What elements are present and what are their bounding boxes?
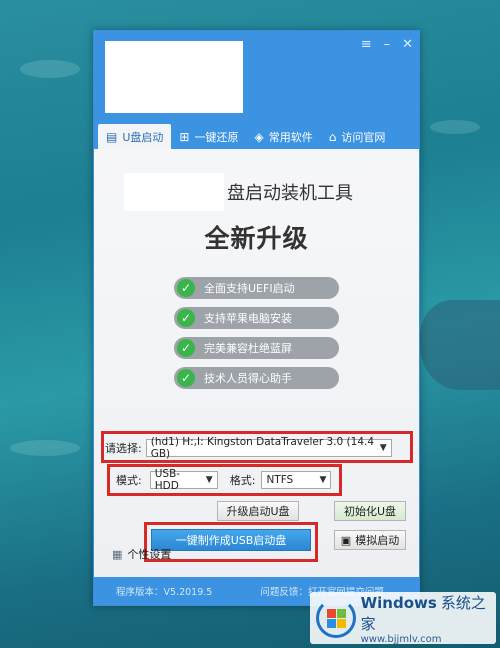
heading-row: 盘启动装机工具 [124, 173, 353, 211]
simulate-label: 模拟启动 [355, 534, 400, 547]
highlight-frame [101, 431, 413, 463]
feature-list: ✓ 全面支持UEFI启动 ✓ 支持苹果电脑安装 ✓ 完美兼容杜绝蓝屏 ✓ 技术人… [174, 277, 339, 397]
tab-label: 一键还原 [194, 130, 239, 144]
brand-name-en: Windows [360, 593, 437, 612]
check-icon: ✓ [177, 279, 195, 297]
check-icon: ✓ [177, 309, 195, 327]
version-text: 程序版本：V5.2019.5 [116, 587, 213, 598]
upgrade-usb-button[interactable]: 升级启动U盘 [217, 501, 299, 521]
swimmer-silhouette [420, 300, 500, 390]
title-bar: ≡ – ✕ ▤ U盘启动 ⊞ 一键还原 ◈ 常用软件 ⌂ 访问官网 [94, 31, 419, 149]
feature-item: ✓ 支持苹果电脑安装 [174, 307, 339, 329]
page-title: 盘启动装机工具 [227, 183, 353, 204]
tab-label: U盘启动 [122, 130, 164, 144]
page-subtitle: 全新升级 [204, 224, 309, 253]
close-icon[interactable]: ✕ [402, 37, 413, 52]
settings-label: 个性设置 [127, 548, 172, 561]
home-icon: ⌂ [328, 129, 337, 144]
windows-icon: ⊞ [179, 129, 190, 144]
feature-item: ✓ 完美兼容杜绝蓝屏 [174, 337, 339, 359]
water-ripple [430, 120, 480, 134]
app-window: ≡ – ✕ ▤ U盘启动 ⊞ 一键还原 ◈ 常用软件 ⌂ 访问官网 盘启动装机工… [93, 30, 420, 606]
check-icon: ✓ [177, 339, 195, 357]
settings-icon: ▦ [112, 547, 123, 561]
tab-label: 常用软件 [268, 130, 313, 144]
watermark-brand: Windows 系统之家 www.bjjmlv.com [310, 592, 496, 645]
tab-usb-boot[interactable]: ▤ U盘启动 [98, 124, 172, 149]
main-panel: 盘启动装机工具 全新升级 ✓ 全面支持UEFI启动 ✓ 支持苹果电脑安装 ✓ 完… [94, 149, 419, 579]
simulate-boot-button[interactable]: ▣ 模拟启动 [334, 530, 406, 550]
feature-label: 支持苹果电脑安装 [204, 312, 292, 325]
minimize-icon[interactable]: – [384, 37, 391, 52]
water-ripple [10, 440, 80, 456]
usb-icon: ▤ [106, 129, 118, 144]
feature-label: 全面支持UEFI启动 [204, 282, 295, 295]
feature-label: 完美兼容杜绝蓝屏 [204, 342, 292, 355]
tab-bar: ▤ U盘启动 ⊞ 一键还原 ◈ 常用软件 ⌂ 访问官网 [98, 124, 393, 149]
feature-item: ✓ 技术人员得心助手 [174, 367, 339, 389]
brand-logo-icon [316, 598, 356, 638]
menu-icon[interactable]: ≡ [361, 37, 372, 52]
check-icon: ✓ [177, 369, 195, 387]
personal-settings[interactable]: ▦ 个性设置 [112, 546, 171, 562]
tab-software[interactable]: ◈ 常用软件 [246, 124, 320, 149]
monitor-icon: ▣ [340, 533, 352, 547]
heading-redaction [124, 173, 224, 211]
init-usb-button[interactable]: 初始化U盘 [334, 501, 406, 521]
feature-label: 技术人员得心助手 [204, 372, 292, 385]
tab-label: 访问官网 [341, 130, 386, 144]
brand-text: Windows 系统之家 www.bjjmlv.com [361, 592, 496, 645]
window-controls: ≡ – ✕ [361, 37, 413, 52]
feature-item: ✓ 全面支持UEFI启动 [174, 277, 339, 299]
highlight-frame [107, 464, 342, 496]
app-logo [105, 41, 243, 113]
box-icon: ◈ [254, 129, 264, 144]
water-ripple [20, 60, 80, 78]
brand-url: www.bjjmlv.com [360, 633, 442, 645]
brand-name: Windows 系统之家 [361, 592, 496, 634]
tab-website[interactable]: ⌂ 访问官网 [321, 124, 394, 149]
tab-restore[interactable]: ⊞ 一键还原 [171, 124, 246, 149]
